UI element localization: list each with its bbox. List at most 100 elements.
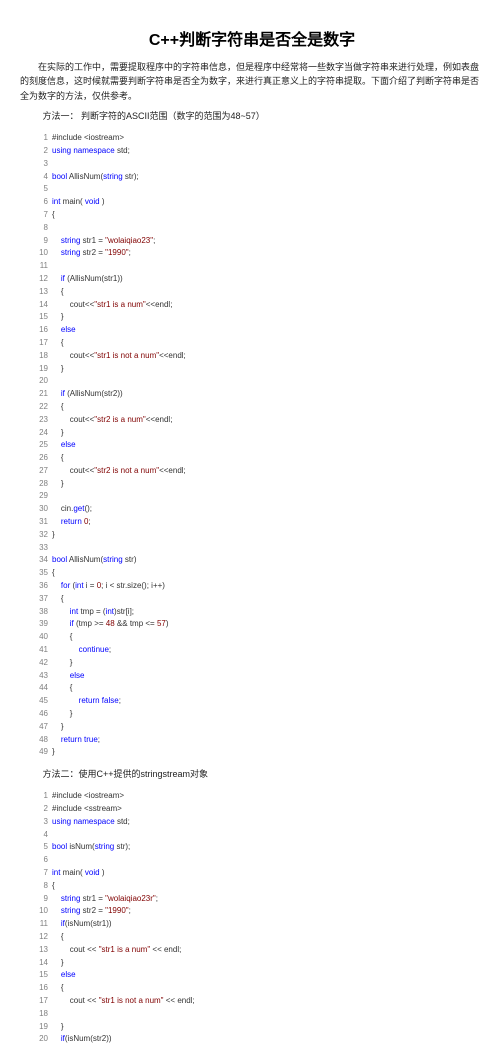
code-block-2: 1#include <iostream>2#include <sstream>3…: [32, 790, 484, 1046]
code-line: 16 {: [32, 982, 484, 995]
line-number: 1: [32, 790, 48, 803]
line-number: 36: [32, 580, 48, 593]
code-line: 1 #include <iostream>: [32, 790, 484, 803]
line-number: 40: [32, 631, 48, 644]
code-line: 3using namespace std;: [32, 816, 484, 829]
line-number: 3: [32, 816, 48, 829]
code-text: }: [52, 364, 64, 373]
code-text: #include <iostream>: [52, 791, 124, 800]
line-number: 3: [32, 158, 48, 171]
code-line: 43 else: [32, 670, 484, 683]
code-line: 8{: [32, 880, 484, 893]
code-text: bool AllisNum(string str): [52, 555, 136, 564]
code-line: 41 continue;: [32, 644, 484, 657]
code-line: 1#include <iostream>: [32, 132, 484, 145]
code-line: 49}: [32, 746, 484, 759]
line-number: 18: [32, 350, 48, 363]
line-number: 14: [32, 957, 48, 970]
code-line: 14 }: [32, 957, 484, 970]
code-line: 29: [32, 490, 484, 503]
line-number: 24: [32, 427, 48, 440]
code-text: {: [52, 932, 64, 941]
code-line: 46 }: [32, 708, 484, 721]
line-number: 14: [32, 299, 48, 312]
line-number: 1: [32, 132, 48, 145]
line-number: 30: [32, 503, 48, 516]
code-line: 35{: [32, 567, 484, 580]
line-number: 17: [32, 995, 48, 1008]
line-number: 13: [32, 944, 48, 957]
code-text: int main( void ): [52, 197, 104, 206]
line-number: 7: [32, 867, 48, 880]
code-text: cout<<"str1 is not a num"<<endl;: [52, 351, 186, 360]
line-number: 32: [32, 529, 48, 542]
code-line: 20: [32, 375, 484, 388]
line-number: 5: [32, 841, 48, 854]
line-number: 2: [32, 803, 48, 816]
code-text: cout << "str1 is a num" << endl;: [52, 945, 181, 954]
line-number: 19: [32, 363, 48, 376]
line-number: 34: [32, 554, 48, 567]
code-text: }: [52, 722, 64, 731]
code-text: cout<<"str2 is not a num"<<endl;: [52, 466, 186, 475]
code-line: 34 bool AllisNum(string str): [32, 554, 484, 567]
code-text: else: [52, 325, 76, 334]
code-line: 44 {: [32, 682, 484, 695]
line-number: 20: [32, 375, 48, 388]
line-number: 23: [32, 414, 48, 427]
code-text: int tmp = (int)str[i];: [52, 607, 134, 616]
code-line: 12 {: [32, 931, 484, 944]
code-line: 2 using namespace std;: [32, 145, 484, 158]
line-number: 39: [32, 618, 48, 631]
line-number: 25: [32, 439, 48, 452]
line-number: 27: [32, 465, 48, 478]
intro-paragraph: 在实际的工作中，需要提取程序中的字符串信息，但是程序中经常将一些数字当做字符串来…: [20, 60, 484, 103]
code-line: 45 return false;: [32, 695, 484, 708]
line-number: 11: [32, 260, 48, 273]
code-line: 33: [32, 542, 484, 555]
code-text: return 0;: [52, 517, 91, 526]
line-number: 4: [32, 171, 48, 184]
code-line: 5: [32, 183, 484, 196]
page-title: C++判断字符串是否全是数字: [20, 26, 484, 50]
code-line: 26 {: [32, 452, 484, 465]
code-text: string str1 = "wolaiqiao23r";: [52, 894, 158, 903]
code-text: else: [52, 970, 76, 979]
code-line: 6int main( void ): [32, 196, 484, 209]
code-line: 37 {: [32, 593, 484, 606]
line-number: 2: [32, 145, 48, 158]
line-number: 49: [32, 746, 48, 759]
code-text: {: [52, 287, 64, 296]
code-text: using namespace std;: [52, 146, 130, 155]
line-number: 17: [32, 337, 48, 350]
code-line: 23 cout<<"str2 is a num"<<endl;: [32, 414, 484, 427]
code-text: string str2 = "1990";: [52, 248, 131, 257]
code-line: 3: [32, 158, 484, 171]
code-line: 10 string str2 = "1990";: [32, 905, 484, 918]
line-number: 9: [32, 235, 48, 248]
code-line: 31 return 0;: [32, 516, 484, 529]
line-number: 4: [32, 829, 48, 842]
method1-title: 方法一： 判断字符的ASCII范围（数字的范围为48~57）: [43, 109, 485, 122]
code-text: {: [52, 683, 72, 692]
code-line: 47 }: [32, 721, 484, 734]
code-text: {: [52, 453, 64, 462]
line-number: 42: [32, 657, 48, 670]
code-text: if (AllisNum(str2)): [52, 389, 123, 398]
line-number: 22: [32, 401, 48, 414]
line-number: 11: [32, 918, 48, 931]
code-line: 14 cout<<"str1 is a num"<<endl;: [32, 299, 484, 312]
code-text: }: [52, 658, 72, 667]
code-line: 10 string str2 = "1990";: [32, 247, 484, 260]
code-text: bool AllisNum(string str);: [52, 172, 139, 181]
code-text: {: [52, 632, 72, 641]
code-line: 12 if (AllisNum(str1)): [32, 273, 484, 286]
line-number: 33: [32, 542, 48, 555]
code-text: {: [52, 338, 64, 347]
code-text: else: [52, 440, 76, 449]
line-number: 15: [32, 311, 48, 324]
line-number: 45: [32, 695, 48, 708]
code-text: string str1 = "wolaiqiao23";: [52, 236, 155, 245]
code-text: cout << "str1 is not a num" << endl;: [52, 996, 195, 1005]
code-text: {: [52, 881, 55, 890]
